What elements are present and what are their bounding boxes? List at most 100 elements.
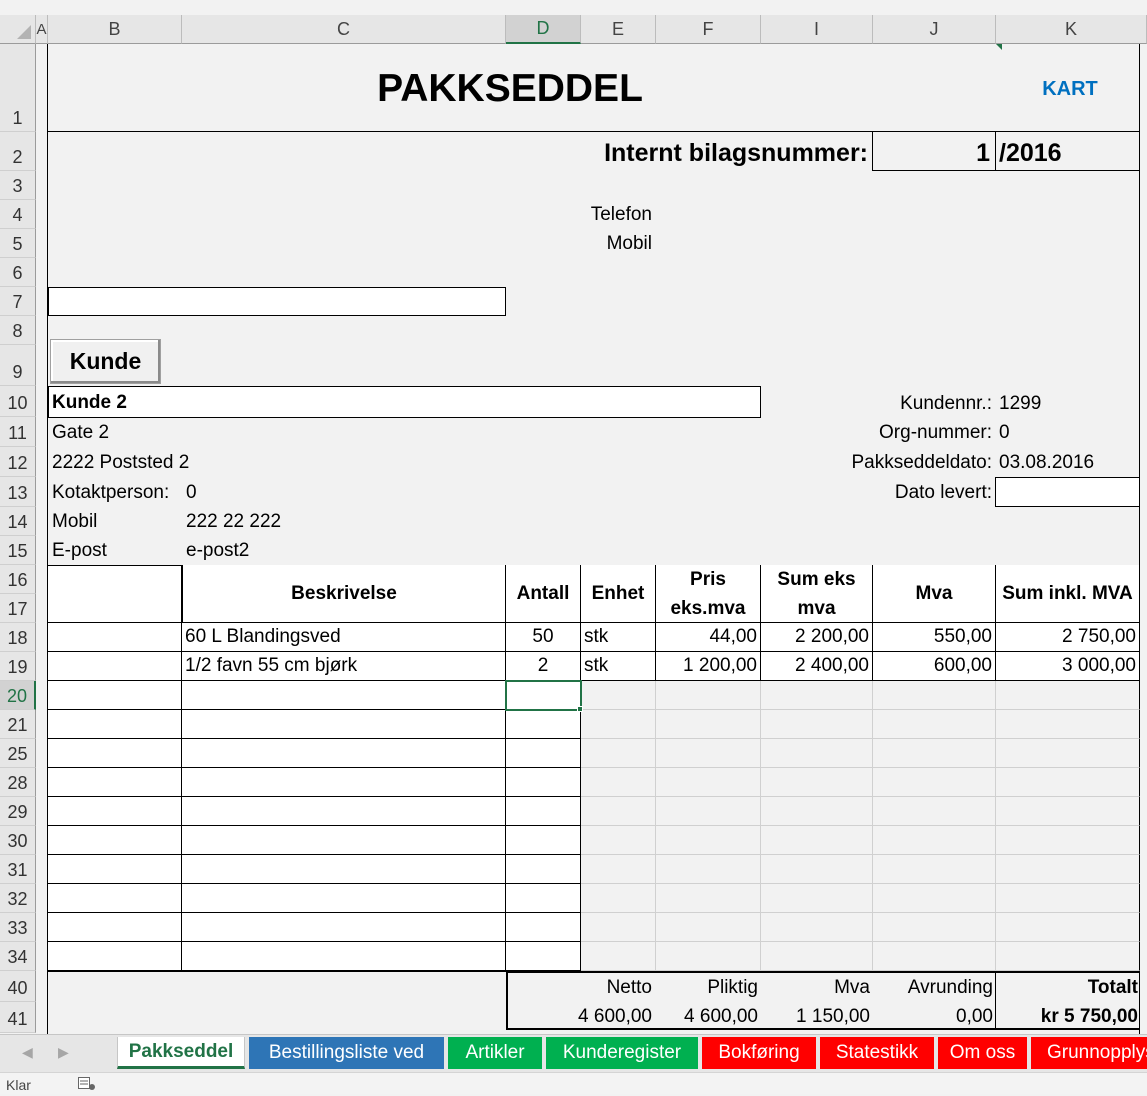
- table-cell[interactable]: [48, 826, 182, 855]
- cell-mva[interactable]: 550,00: [873, 623, 996, 652]
- table-cell[interactable]: [48, 942, 182, 971]
- column-header-a[interactable]: A: [36, 15, 48, 44]
- tab-kunderegister[interactable]: Kunderegister: [546, 1037, 698, 1069]
- table-cell[interactable]: [873, 710, 996, 739]
- row-header[interactable]: 30: [0, 826, 36, 855]
- table-cell[interactable]: [996, 739, 1140, 768]
- table-cell[interactable]: [182, 739, 506, 768]
- table-cell[interactable]: [581, 681, 656, 710]
- row-header[interactable]: 25: [0, 739, 36, 768]
- table-cell[interactable]: [996, 913, 1140, 942]
- row-header[interactable]: 11: [0, 417, 36, 447]
- table-cell[interactable]: [581, 942, 656, 971]
- table-cell[interactable]: [761, 884, 873, 913]
- row-header[interactable]: 4: [0, 200, 36, 229]
- table-cell[interactable]: [48, 913, 182, 942]
- row-header[interactable]: 1: [0, 44, 36, 132]
- table-cell[interactable]: [761, 681, 873, 710]
- table-cell[interactable]: [48, 652, 182, 681]
- cell-pris[interactable]: 44,00: [656, 623, 761, 652]
- table-cell[interactable]: [581, 739, 656, 768]
- row-header[interactable]: 18: [0, 623, 36, 652]
- table-cell[interactable]: [506, 913, 581, 942]
- table-cell[interactable]: [873, 826, 996, 855]
- row-header[interactable]: 40: [0, 971, 36, 1002]
- table-cell[interactable]: [761, 855, 873, 884]
- table-cell[interactable]: [506, 942, 581, 971]
- table-cell[interactable]: [996, 884, 1140, 913]
- table-cell[interactable]: [182, 681, 506, 710]
- row-header[interactable]: 17: [0, 594, 36, 623]
- row-header[interactable]: 7: [0, 287, 36, 316]
- row-header[interactable]: 9: [0, 345, 36, 386]
- cell-antall[interactable]: 50: [506, 623, 581, 652]
- row-header[interactable]: 14: [0, 507, 36, 536]
- table-cell[interactable]: [656, 797, 761, 826]
- table-cell[interactable]: [656, 710, 761, 739]
- table-cell[interactable]: [656, 942, 761, 971]
- scroll-right-icon[interactable]: ▶: [58, 1044, 69, 1061]
- table-cell[interactable]: [48, 710, 182, 739]
- scroll-left-icon[interactable]: ◀: [22, 1044, 33, 1061]
- row-header[interactable]: 8: [0, 316, 36, 345]
- row-header[interactable]: 16: [0, 565, 36, 594]
- table-cell[interactable]: [656, 913, 761, 942]
- cell-sum-eks[interactable]: 2 200,00: [761, 623, 873, 652]
- cell-enhet[interactable]: stk: [581, 623, 656, 652]
- table-cell[interactable]: [506, 884, 581, 913]
- select-all-corner[interactable]: [0, 15, 36, 44]
- row-header[interactable]: 15: [0, 536, 36, 565]
- table-cell[interactable]: [182, 913, 506, 942]
- column-header-e[interactable]: E: [581, 15, 656, 44]
- table-cell[interactable]: [581, 913, 656, 942]
- cell-pris[interactable]: 1 200,00: [656, 652, 761, 681]
- table-cell[interactable]: [761, 739, 873, 768]
- column-header-b[interactable]: B: [48, 15, 182, 44]
- table-cell[interactable]: [506, 826, 581, 855]
- table-cell[interactable]: [506, 768, 581, 797]
- table-cell[interactable]: [48, 623, 182, 652]
- cell-enhet[interactable]: stk: [581, 652, 656, 681]
- customer-search-input[interactable]: [48, 287, 506, 316]
- cell-mva[interactable]: 600,00: [873, 652, 996, 681]
- table-cell[interactable]: [656, 855, 761, 884]
- table-cell[interactable]: [656, 681, 761, 710]
- kunde-button[interactable]: Kunde: [50, 339, 161, 384]
- table-cell[interactable]: [182, 826, 506, 855]
- tab-bokforing[interactable]: Bokføring: [702, 1037, 816, 1069]
- column-header-i[interactable]: I: [761, 15, 873, 44]
- table-cell[interactable]: [873, 768, 996, 797]
- table-cell[interactable]: [761, 913, 873, 942]
- row-header[interactable]: 6: [0, 258, 36, 287]
- tab-om-oss[interactable]: Om oss: [938, 1037, 1027, 1069]
- table-cell[interactable]: [873, 884, 996, 913]
- table-cell[interactable]: [873, 913, 996, 942]
- tab-statestikk[interactable]: Statestikk: [820, 1037, 934, 1069]
- table-cell[interactable]: [873, 942, 996, 971]
- table-cell[interactable]: [581, 710, 656, 739]
- macro-record-icon[interactable]: [78, 1077, 96, 1091]
- tab-bestillingsliste[interactable]: Bestillingsliste ved: [249, 1037, 444, 1069]
- table-cell[interactable]: [182, 942, 506, 971]
- row-header[interactable]: 13: [0, 477, 36, 507]
- table-cell[interactable]: [996, 855, 1140, 884]
- table-cell[interactable]: [48, 681, 182, 710]
- column-header-d[interactable]: D: [506, 15, 581, 44]
- cell-sum-inkl[interactable]: 2 750,00: [996, 623, 1140, 652]
- row-header[interactable]: 10: [0, 386, 36, 417]
- table-cell[interactable]: [48, 768, 182, 797]
- table-cell[interactable]: [996, 826, 1140, 855]
- row-header[interactable]: 34: [0, 942, 36, 971]
- row-header[interactable]: 31: [0, 855, 36, 884]
- table-cell[interactable]: [761, 797, 873, 826]
- table-cell[interactable]: [581, 855, 656, 884]
- table-cell[interactable]: [996, 768, 1140, 797]
- cell-antall[interactable]: 2: [506, 652, 581, 681]
- tab-pakkseddel[interactable]: Pakkseddel: [117, 1037, 245, 1069]
- table-cell[interactable]: [656, 884, 761, 913]
- column-header-k[interactable]: K: [996, 15, 1147, 44]
- column-header-c[interactable]: C: [182, 15, 506, 44]
- cell-beskrivelse[interactable]: 60 L Blandingsved: [182, 623, 506, 652]
- table-cell[interactable]: [761, 826, 873, 855]
- row-header[interactable]: 3: [0, 171, 36, 200]
